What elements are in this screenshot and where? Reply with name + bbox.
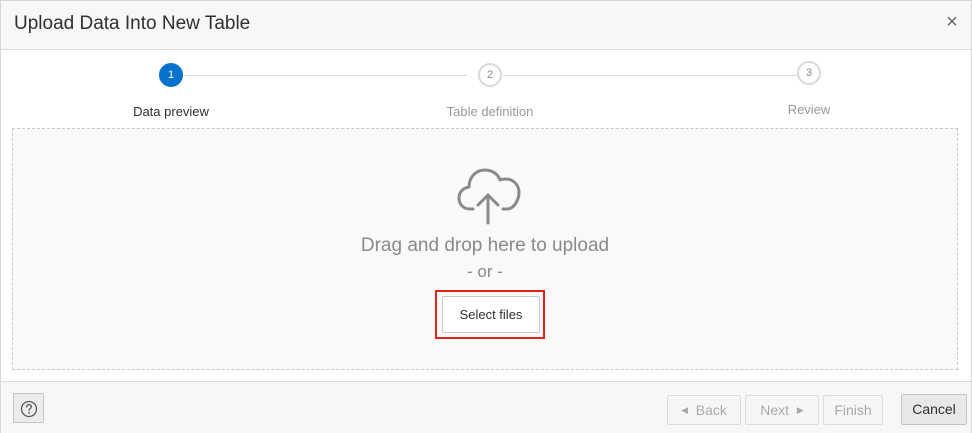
back-button[interactable]: ◀ Back xyxy=(667,395,741,425)
step-1-label: Data preview xyxy=(133,104,209,119)
upload-dialog: Upload Data Into New Table × 1 2 3 Data … xyxy=(0,0,972,433)
or-separator: - or - xyxy=(467,262,503,281)
dialog-footer: ◀ Back Next ▶ Finish Cancel xyxy=(1,381,971,433)
step-3-label: Review xyxy=(787,102,831,117)
step-3-indicator[interactable]: 3 xyxy=(797,61,821,85)
close-icon[interactable]: × xyxy=(941,10,963,34)
dialog-title: Upload Data Into New Table xyxy=(14,13,251,34)
finish-button[interactable]: Finish xyxy=(823,395,883,425)
cloud-upload-icon xyxy=(457,168,521,225)
chevron-right-icon: ▶ xyxy=(796,405,804,415)
back-label: Back xyxy=(695,402,727,418)
help-icon xyxy=(20,400,38,418)
step-2-indicator[interactable]: 2 xyxy=(478,63,502,87)
finish-label: Finish xyxy=(834,402,872,418)
step-connector xyxy=(184,75,467,76)
cancel-button[interactable]: Cancel xyxy=(901,394,967,425)
dialog-header: Upload Data Into New Table × xyxy=(1,1,971,50)
help-button[interactable] xyxy=(13,393,44,423)
select-files-highlight: Select files xyxy=(435,290,545,339)
next-label: Next xyxy=(760,402,790,418)
file-drop-zone[interactable]: Drag and drop here to upload - or - Sele… xyxy=(12,128,958,370)
select-files-button[interactable]: Select files xyxy=(442,296,540,333)
chevron-left-icon: ◀ xyxy=(681,405,688,415)
drag-drop-text: Drag and drop here to upload xyxy=(360,235,610,256)
wizard-stepper: 1 2 3 Data preview Table definition Revi… xyxy=(1,50,971,126)
next-button[interactable]: Next ▶ xyxy=(745,395,819,425)
step-2-label: Table definition xyxy=(446,104,534,119)
step-1-indicator[interactable]: 1 xyxy=(159,63,183,87)
step-connector xyxy=(503,75,797,76)
